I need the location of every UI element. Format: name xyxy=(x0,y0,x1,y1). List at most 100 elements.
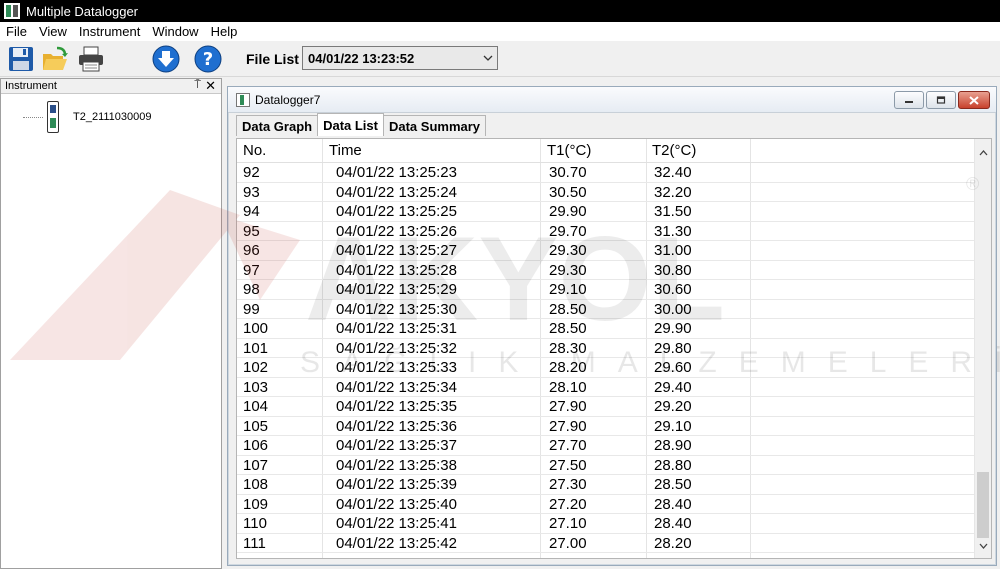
scroll-up-icon[interactable] xyxy=(979,143,988,161)
cell-no: 99 xyxy=(243,300,260,318)
table-row[interactable]: 103 04/01/22 13:25:34 28.10 29.40 xyxy=(237,378,975,397)
datalogger-device-icon xyxy=(47,101,59,133)
table-row[interactable]: 104 04/01/22 13:25:35 27.90 29.20 xyxy=(237,397,975,417)
cell-time: 04/01/22 13:25:37 xyxy=(336,437,457,454)
table-row[interactable]: 94 04/01/22 13:25:25 29.90 31.50 xyxy=(237,202,975,222)
download-button[interactable] xyxy=(151,44,181,74)
cell-t2: 31.00 xyxy=(654,242,692,259)
table-header: No. Time T1(°C) T2(°C) xyxy=(237,139,991,163)
tab-data-graph[interactable]: Data Graph xyxy=(236,115,319,136)
close-window-button[interactable] xyxy=(958,91,990,109)
cell-no: 109 xyxy=(243,495,269,513)
cell-time: 04/01/22 13:25:31 xyxy=(336,320,457,337)
cell-t2: 28.50 xyxy=(654,476,692,493)
file-list-dropdown[interactable]: 04/01/22 13:23:52 xyxy=(302,46,498,70)
menu-instrument[interactable]: Instrument xyxy=(73,24,146,39)
cell-t1: 27.20 xyxy=(549,495,587,513)
cell-t1: 30.70 xyxy=(549,164,587,181)
table-row[interactable]: 92 04/01/22 13:25:23 30.70 32.40 xyxy=(237,163,975,183)
table-row[interactable]: 111 04/01/22 13:25:42 27.00 28.20 xyxy=(237,534,975,553)
table-row[interactable]: 102 04/01/22 13:25:33 28.20 29.60 xyxy=(237,358,975,378)
datalogger-window-icon xyxy=(236,92,250,107)
cell-t1: 28.30 xyxy=(549,339,587,357)
scrollbar-thumb[interactable] xyxy=(977,472,989,538)
app-icon xyxy=(4,3,20,19)
minimize-button[interactable] xyxy=(894,91,924,109)
table-row[interactable]: 97 04/01/22 13:25:28 29.30 30.80 xyxy=(237,261,975,280)
column-header-t1[interactable]: T1(°C) xyxy=(547,142,591,159)
instrument-panel-header: Instrument ⍑ ✕ xyxy=(1,78,221,94)
data-list-table: No. Time T1(°C) T2(°C) 92 04/01/22 13:25:… xyxy=(236,138,992,559)
cell-t2: 30.00 xyxy=(654,300,692,318)
table-row[interactable]: 106 04/01/22 13:25:37 27.70 28.90 xyxy=(237,436,975,456)
column-header-t2[interactable]: T2(°C) xyxy=(652,142,696,159)
table-row[interactable]: 108 04/01/22 13:25:39 27.30 28.50 xyxy=(237,475,975,495)
cell-t1: 30.50 xyxy=(549,183,587,201)
scroll-down-icon[interactable] xyxy=(979,536,988,554)
cell-time: 04/01/22 13:25:39 xyxy=(336,476,457,493)
cell-no: 102 xyxy=(243,359,269,376)
cell-no: 106 xyxy=(243,437,269,454)
cell-no: 110 xyxy=(243,515,267,532)
svg-text:?: ? xyxy=(203,49,213,70)
open-button[interactable] xyxy=(40,44,70,74)
cell-t2: 32.20 xyxy=(654,183,692,201)
menu-file[interactable]: File xyxy=(0,24,33,39)
table-row[interactable]: 99 04/01/22 13:25:30 28.50 30.00 xyxy=(237,300,975,319)
cell-t2: 30.60 xyxy=(654,281,692,298)
table-row[interactable]: 109 04/01/22 13:25:40 27.20 28.40 xyxy=(237,495,975,514)
pin-icon[interactable]: ⍑ xyxy=(194,79,201,92)
vertical-scrollbar[interactable] xyxy=(974,139,991,558)
download-icon xyxy=(152,45,180,73)
table-row[interactable]: 95 04/01/22 13:25:26 29.70 31.30 xyxy=(237,222,975,241)
help-button[interactable]: ? xyxy=(193,44,223,74)
chevron-down-icon[interactable] xyxy=(479,55,497,61)
help-icon: ? xyxy=(194,45,222,73)
menu-window[interactable]: Window xyxy=(146,24,204,39)
cell-t1: 29.90 xyxy=(549,203,587,220)
column-header-time[interactable]: Time xyxy=(329,142,362,159)
table-row[interactable]: 96 04/01/22 13:25:27 29.30 31.00 xyxy=(237,241,975,261)
table-row[interactable]: 107 04/01/22 13:25:38 27.50 28.80 xyxy=(237,456,975,475)
table-row[interactable]: 110 04/01/22 13:25:41 27.10 28.40 xyxy=(237,514,975,534)
table-row[interactable]: 100 04/01/22 13:25:31 28.50 29.90 xyxy=(237,319,975,339)
cell-time: 04/01/22 13:25:29 xyxy=(336,281,457,298)
cell-time: 04/01/22 13:25:30 xyxy=(336,300,457,318)
menu-bar: File View Instrument Window Help xyxy=(0,22,1000,41)
table-row[interactable]: 105 04/01/22 13:25:36 27.90 29.10 xyxy=(237,417,975,436)
cell-no: 92 xyxy=(243,164,260,181)
close-icon[interactable]: ✕ xyxy=(205,78,216,94)
tree-item-device[interactable]: T2_2111030009 xyxy=(23,101,152,133)
save-button[interactable] xyxy=(6,44,36,74)
cell-t2: 28.90 xyxy=(654,437,692,454)
instrument-panel-title: Instrument xyxy=(5,80,57,92)
restore-button[interactable] xyxy=(926,91,956,109)
open-folder-icon xyxy=(43,46,68,70)
minimize-icon xyxy=(905,101,913,103)
cell-t2: 28.40 xyxy=(654,515,692,532)
tab-data-list[interactable]: Data List xyxy=(317,113,384,136)
cell-t2: 29.20 xyxy=(654,398,692,415)
tab-data-summary[interactable]: Data Summary xyxy=(382,115,487,136)
cell-t2: 31.50 xyxy=(654,203,692,220)
cell-t2: 28.40 xyxy=(654,495,692,513)
toolbar: ? File List xyxy=(0,41,1000,77)
table-row[interactable]: 93 04/01/22 13:25:24 30.50 32.20 xyxy=(237,183,975,202)
cell-no: 111 xyxy=(243,534,266,552)
file-list-value: 04/01/22 13:23:52 xyxy=(308,50,415,66)
cell-t2: 28.20 xyxy=(654,534,692,552)
cell-time: 04/01/22 13:25:26 xyxy=(336,222,457,240)
cell-t1: 27.30 xyxy=(549,476,587,493)
column-header-no[interactable]: No. xyxy=(243,142,266,159)
menu-view[interactable]: View xyxy=(33,24,73,39)
cell-no: 97 xyxy=(243,261,260,279)
table-row[interactable]: 98 04/01/22 13:25:29 29.10 30.60 xyxy=(237,280,975,300)
menu-help[interactable]: Help xyxy=(205,24,244,39)
table-row[interactable]: 101 04/01/22 13:25:32 28.30 29.80 xyxy=(237,339,975,358)
print-button[interactable] xyxy=(76,44,106,74)
cell-time: 04/01/22 13:25:32 xyxy=(336,339,457,357)
cell-time: 04/01/22 13:25:38 xyxy=(336,456,457,474)
save-icon xyxy=(9,47,33,71)
cell-no: 105 xyxy=(243,417,269,435)
cell-t2: 28.80 xyxy=(654,456,692,474)
